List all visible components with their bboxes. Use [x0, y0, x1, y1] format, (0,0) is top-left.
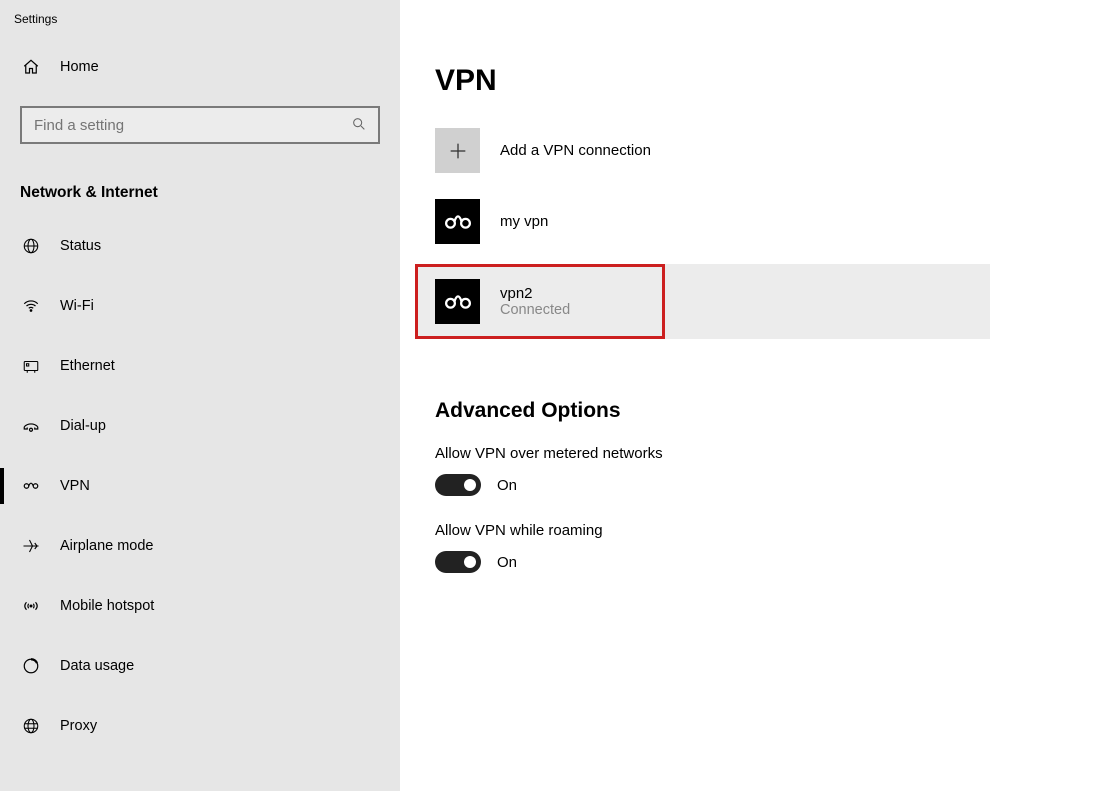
vpn-item-vpn2[interactable]: vpn2 Connected — [415, 264, 990, 339]
sidebar: Settings Home Network & Internet — [0, 0, 400, 791]
sidebar-item-hotspot[interactable]: Mobile hotspot — [0, 576, 400, 636]
vpn-status: Connected — [500, 302, 570, 318]
sidebar-item-label: VPN — [42, 478, 90, 494]
sidebar-item-home[interactable]: Home — [0, 46, 400, 88]
data-usage-icon — [20, 655, 42, 677]
sidebar-item-label: Data usage — [42, 658, 134, 674]
sidebar-item-label: Home — [42, 59, 99, 75]
sidebar-item-label: Mobile hotspot — [42, 598, 154, 614]
toggle-metered[interactable] — [435, 474, 481, 496]
app-title: Settings — [0, 8, 400, 46]
add-vpn-button[interactable]: Add a VPN connection — [435, 128, 1096, 173]
sidebar-item-vpn[interactable]: VPN — [0, 456, 400, 516]
toggle-state: On — [481, 477, 517, 494]
sidebar-item-label: Ethernet — [42, 358, 115, 374]
vpn-name: my vpn — [500, 213, 548, 230]
toggle-state: On — [481, 554, 517, 571]
sidebar-item-proxy[interactable]: Proxy — [0, 696, 400, 756]
vpn-item-myvpn[interactable]: my vpn — [435, 199, 1096, 244]
sidebar-item-label: Dial-up — [42, 418, 106, 434]
sidebar-item-label: Status — [42, 238, 101, 254]
ethernet-icon — [20, 355, 42, 377]
proxy-icon — [20, 715, 42, 737]
vpn-icon — [20, 475, 42, 497]
sidebar-item-wifi[interactable]: Wi-Fi — [0, 276, 400, 336]
advanced-options-heading: Advanced Options — [435, 339, 1096, 445]
globe-icon — [20, 235, 42, 257]
option-label: Allow VPN while roaming — [435, 522, 1096, 551]
vpn-connection-icon — [435, 279, 480, 324]
option-label: Allow VPN over metered networks — [435, 445, 1096, 474]
plus-icon — [435, 128, 480, 173]
sidebar-item-label: Airplane mode — [42, 538, 154, 554]
option-roaming: Allow VPN while roaming On — [435, 522, 1096, 599]
sidebar-section-title: Network & Internet — [0, 144, 400, 216]
hotspot-icon — [20, 595, 42, 617]
sidebar-item-dialup[interactable]: Dial-up — [0, 396, 400, 456]
sidebar-item-label: Wi-Fi — [42, 298, 94, 314]
sidebar-item-label: Proxy — [42, 718, 97, 734]
search-field[interactable] — [34, 117, 351, 134]
home-icon — [20, 56, 42, 78]
sidebar-item-datausage[interactable]: Data usage — [0, 636, 400, 696]
sidebar-item-status[interactable]: Status — [0, 216, 400, 276]
vpn-connection-icon — [435, 199, 480, 244]
sidebar-item-ethernet[interactable]: Ethernet — [0, 336, 400, 396]
vpn-name: vpn2 — [500, 285, 570, 302]
wifi-icon — [20, 295, 42, 317]
dialup-icon — [20, 415, 42, 437]
option-metered: Allow VPN over metered networks On — [435, 445, 1096, 522]
search-input[interactable] — [20, 106, 380, 144]
add-vpn-label: Add a VPN connection — [480, 142, 651, 159]
sidebar-item-airplane[interactable]: Airplane mode — [0, 516, 400, 576]
toggle-roaming[interactable] — [435, 551, 481, 573]
page-title: VPN — [435, 0, 1096, 128]
search-icon — [351, 116, 368, 134]
main-content: VPN Add a VPN connection — [400, 0, 1096, 791]
airplane-icon — [20, 535, 42, 557]
